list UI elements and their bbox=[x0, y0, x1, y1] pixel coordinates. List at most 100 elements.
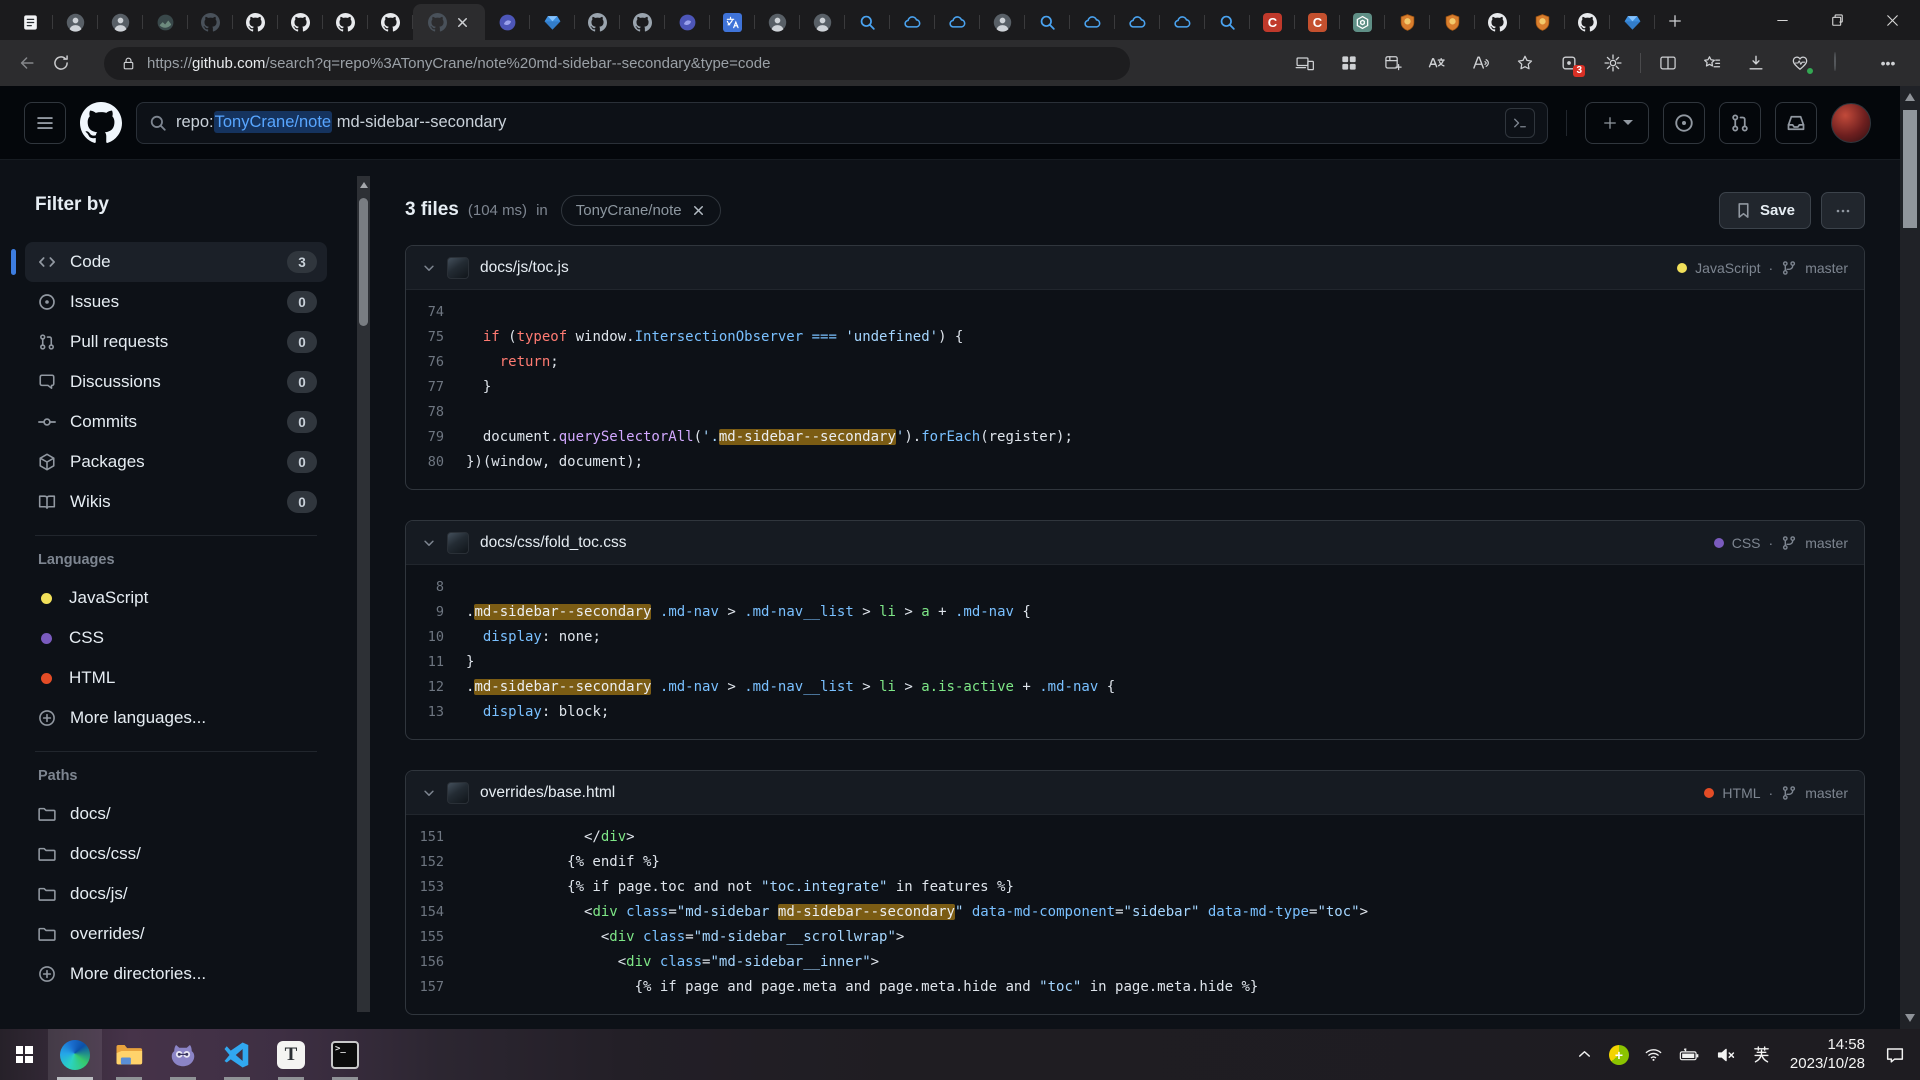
browser-tab[interactable] bbox=[890, 4, 935, 40]
hub-button[interactable] bbox=[1690, 46, 1734, 80]
browser-tab[interactable] bbox=[530, 4, 575, 40]
code-line-content[interactable]: {% endif %} bbox=[466, 850, 660, 875]
notification-center-button[interactable] bbox=[1884, 1044, 1906, 1066]
issues-button[interactable] bbox=[1663, 102, 1705, 144]
path-filter[interactable]: docs/ bbox=[25, 794, 327, 834]
line-number[interactable]: 80 bbox=[406, 450, 466, 475]
refresh-button[interactable] bbox=[44, 46, 78, 80]
browser-tab[interactable] bbox=[665, 4, 710, 40]
repo-filter-pill[interactable]: TonyCrane/note bbox=[561, 195, 721, 226]
result-card-header[interactable]: docs/js/toc.jsJavaScript·master bbox=[406, 246, 1864, 290]
more-directories-button[interactable]: More directories... bbox=[25, 954, 327, 994]
browser-tab[interactable] bbox=[620, 4, 665, 40]
result-card-header[interactable]: docs/css/fold_toc.cssCSS·master bbox=[406, 521, 1864, 565]
device-button[interactable] bbox=[1283, 46, 1327, 80]
scrollbar-thumb[interactable] bbox=[359, 198, 368, 326]
browser-tab[interactable] bbox=[1385, 4, 1430, 40]
workspace-button[interactable] bbox=[1371, 46, 1415, 80]
code-line-content[interactable]: } bbox=[466, 375, 491, 400]
minimize-button[interactable] bbox=[1755, 0, 1810, 40]
github-search-input[interactable]: repo:TonyCrane/note md-sidebar--secondar… bbox=[136, 102, 1548, 144]
hamburger-menu-button[interactable] bbox=[24, 102, 66, 144]
antivirus-tray-icon[interactable]: + bbox=[1609, 1045, 1629, 1065]
browser-tab[interactable] bbox=[98, 4, 143, 40]
scroll-up-arrow[interactable] bbox=[1905, 93, 1915, 101]
browser-tab[interactable] bbox=[935, 4, 980, 40]
grid-button[interactable] bbox=[1327, 46, 1371, 80]
flower-button[interactable] bbox=[1591, 46, 1635, 80]
browser-tab[interactable] bbox=[800, 4, 845, 40]
essentials-button[interactable] bbox=[1778, 46, 1822, 80]
new-tab-button[interactable] bbox=[1661, 7, 1689, 35]
code-line-content[interactable]: .md-sidebar--secondary .md-nav > .md-nav… bbox=[466, 675, 1115, 700]
code-line-content[interactable]: if (typeof window.IntersectionObserver =… bbox=[466, 325, 963, 350]
save-button[interactable]: Save bbox=[1719, 192, 1811, 229]
result-card-header[interactable]: overrides/base.htmlHTML·master bbox=[406, 771, 1864, 815]
code-line-content[interactable]: {% if page.toc and not "toc.integrate" i… bbox=[466, 875, 1014, 900]
sidebar-item-wikis[interactable]: Wikis0 bbox=[25, 482, 327, 522]
download-button[interactable] bbox=[1734, 46, 1778, 80]
scroll-down-arrow[interactable] bbox=[1905, 1014, 1915, 1022]
more-languages-button[interactable]: More languages... bbox=[25, 698, 327, 738]
readaloud-button[interactable] bbox=[1459, 46, 1503, 80]
profile-button[interactable] bbox=[1822, 46, 1866, 80]
star-button[interactable] bbox=[1503, 46, 1547, 80]
line-number[interactable]: 13 bbox=[406, 700, 466, 725]
profile-avatar[interactable] bbox=[1831, 103, 1871, 143]
line-number[interactable]: 156 bbox=[406, 950, 466, 975]
taskbar-app-terminal[interactable]: >_ bbox=[318, 1029, 372, 1080]
command-palette-button[interactable] bbox=[1505, 108, 1535, 138]
path-filter[interactable]: docs/css/ bbox=[25, 834, 327, 874]
pull-requests-button[interactable] bbox=[1719, 102, 1761, 144]
code-line-content[interactable]: })(window, document); bbox=[466, 450, 643, 475]
start-button[interactable] bbox=[0, 1029, 48, 1080]
browser-tab[interactable] bbox=[1160, 4, 1205, 40]
file-name[interactable]: docs/js/toc.js bbox=[480, 259, 569, 277]
browser-tab[interactable] bbox=[485, 4, 530, 40]
address-bar[interactable]: https://github.com/search?q=repo%3ATonyC… bbox=[104, 47, 1130, 80]
code-line-content[interactable]: display: block; bbox=[466, 700, 609, 725]
path-filter[interactable]: overrides/ bbox=[25, 914, 327, 954]
inbox-button[interactable] bbox=[1775, 102, 1817, 144]
taskbar-app-cat[interactable] bbox=[156, 1029, 210, 1080]
restore-button[interactable] bbox=[1810, 0, 1865, 40]
browser-tab[interactable]: C bbox=[1295, 4, 1340, 40]
line-number[interactable]: 77 bbox=[406, 375, 466, 400]
sidebar-item-code[interactable]: Code3 bbox=[25, 242, 327, 282]
create-new-button[interactable] bbox=[1585, 102, 1649, 144]
browser-tab[interactable] bbox=[188, 4, 233, 40]
browser-tab[interactable] bbox=[845, 4, 890, 40]
translate-tool-button[interactable] bbox=[1415, 46, 1459, 80]
code-line-content[interactable]: display: none; bbox=[466, 625, 601, 650]
browser-tab[interactable] bbox=[233, 4, 278, 40]
more-button[interactable]: ••• bbox=[1866, 46, 1910, 80]
browser-tab[interactable] bbox=[8, 4, 53, 40]
tray-expand-button[interactable] bbox=[1575, 1045, 1594, 1064]
line-number[interactable]: 155 bbox=[406, 925, 466, 950]
line-number[interactable]: 79 bbox=[406, 425, 466, 450]
code-line-content[interactable]: .md-sidebar--secondary .md-nav > .md-nav… bbox=[466, 600, 1031, 625]
browser-tab[interactable] bbox=[143, 4, 188, 40]
chevron-down-icon[interactable] bbox=[422, 536, 436, 550]
line-number[interactable]: 75 bbox=[406, 325, 466, 350]
sidebar-item-issues[interactable]: Issues0 bbox=[25, 282, 327, 322]
sidebar-item-discussions[interactable]: Discussions0 bbox=[25, 362, 327, 402]
browser-tab-active[interactable] bbox=[413, 4, 485, 40]
file-name[interactable]: overrides/base.html bbox=[480, 784, 615, 802]
wifi-icon[interactable] bbox=[1644, 1045, 1663, 1064]
browser-tab[interactable]: C bbox=[1250, 4, 1295, 40]
back-button[interactable] bbox=[10, 46, 44, 80]
line-number[interactable]: 78 bbox=[406, 400, 466, 425]
browser-tab[interactable] bbox=[1070, 4, 1115, 40]
browser-tab[interactable] bbox=[755, 4, 800, 40]
browser-tab[interactable] bbox=[1430, 4, 1475, 40]
line-number[interactable]: 8 bbox=[406, 575, 466, 600]
line-number[interactable]: 10 bbox=[406, 625, 466, 650]
code-line-content[interactable]: <div class="md-sidebar__scrollwrap"> bbox=[466, 925, 904, 950]
browser-tab[interactable] bbox=[1025, 4, 1070, 40]
code-line-content[interactable]: } bbox=[466, 650, 474, 675]
browser-tab[interactable] bbox=[1610, 4, 1655, 40]
taskbar-app-vscode[interactable] bbox=[210, 1029, 264, 1080]
language-filter-css[interactable]: CSS bbox=[25, 618, 327, 658]
browser-tab[interactable] bbox=[53, 4, 98, 40]
